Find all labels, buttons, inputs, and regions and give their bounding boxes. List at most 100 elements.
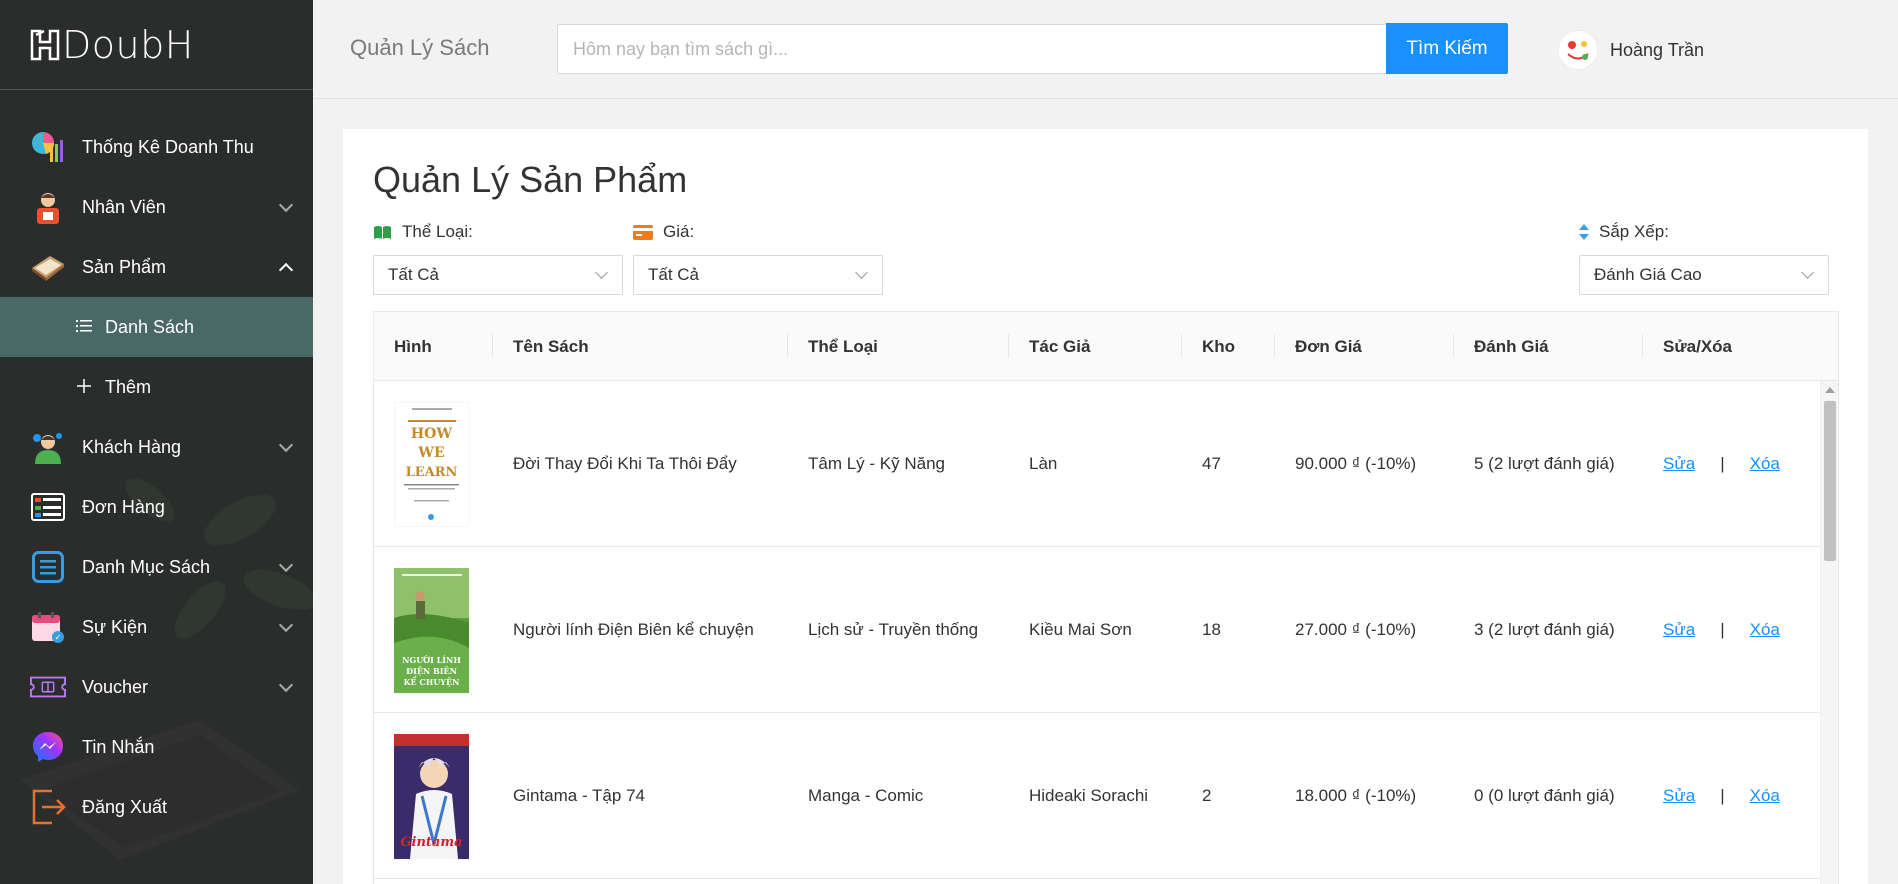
table-header: Hình Tên Sách Thể Loại Tác Giả Kho Đơn G… (374, 312, 1838, 381)
sidebar-item-khach-hang[interactable]: Khách Hàng (0, 417, 313, 477)
cell-price: 18.000 ₫ (-10%) (1295, 786, 1417, 805)
products-table: Hình Tên Sách Thể Loại Tác Giả Kho Đơn G… (373, 311, 1839, 884)
column-header-name: Tên Sách (513, 336, 589, 356)
chevron-down-icon (278, 677, 294, 693)
column-divider (1008, 334, 1009, 358)
cell-category: Lịch sử - Truyền thống (808, 620, 979, 639)
column-divider (1453, 334, 1454, 358)
sidebar-subitem-danh-sach[interactable]: Danh Sách (0, 297, 313, 357)
cell-price: 27.000 ₫ (-10%) (1295, 620, 1417, 639)
sidebar-item-don-hang[interactable]: Đơn Hàng (0, 477, 313, 537)
delete-link[interactable]: Xóa (1750, 454, 1780, 474)
column-divider (1274, 334, 1275, 358)
category-filter-label: Thể Loại: (373, 222, 623, 242)
column-divider (787, 334, 788, 358)
sidebar-subitem-them[interactable]: Thêm (0, 357, 313, 417)
delete-link[interactable]: Xóa (1750, 620, 1780, 640)
cell-image: HOW WE LEARN (394, 381, 469, 547)
page-section-title: Quản Lý Sách (350, 35, 490, 60)
sort-icon (1579, 224, 1589, 240)
calendar-icon: ✓ (30, 609, 66, 645)
sort-select-value: Đánh Giá Cao (1594, 265, 1702, 284)
logout-icon (30, 789, 66, 825)
sidebar-item-san-pham[interactable]: Sản Phẩm (0, 237, 313, 297)
sidebar-item-label: Danh Mục Sách (82, 556, 211, 577)
sidebar-item-thong-ke[interactable]: Thống Kê Doanh Thu (0, 117, 313, 177)
book-cover-image: NGƯỜI LÍNH ĐIỆN BIÊN KỂ CHUYỆN (394, 567, 469, 693)
search-input[interactable] (557, 24, 1387, 74)
sidebar-item-danh-muc-sach[interactable]: Danh Mục Sách (0, 537, 313, 597)
table-row: NGƯỜI LÍNH ĐIỆN BIÊN KỂ CHUYỆN Người lín… (374, 547, 1822, 713)
sidebar-item-label: Đăng Xuất (82, 796, 168, 817)
cell-name: Người lính Điện Biên kể chuyện (513, 620, 754, 639)
sidebar-item-label: Tin Nhắn (82, 736, 155, 757)
price-filter: Giá: Tất Cả (633, 222, 883, 295)
edit-link[interactable]: Sửa (1663, 454, 1695, 474)
chart-pie-icon (30, 129, 66, 165)
sidebar-item-dang-xuat[interactable]: Đăng Xuất (0, 777, 313, 837)
sort-filter: Sắp Xếp: Đánh Giá Cao (1579, 222, 1829, 295)
chevron-down-icon (278, 557, 294, 573)
cell-rating: 3 (2 lượt đánh giá) (1474, 620, 1615, 639)
edit-link[interactable]: Sửa (1663, 786, 1695, 806)
employee-icon (30, 189, 66, 225)
credit-card-icon (633, 224, 653, 240)
edit-link[interactable]: Sửa (1663, 620, 1695, 640)
cell-rating: 0 (0 lượt đánh giá) (1474, 786, 1615, 805)
column-header-stock: Kho (1202, 336, 1236, 356)
sidebar-item-tin-nhan[interactable]: Tin Nhắn (0, 717, 313, 777)
column-divider (1181, 334, 1182, 358)
sort-select[interactable]: Đánh Giá Cao (1579, 255, 1829, 295)
category-select[interactable]: Tất Cả (373, 255, 623, 295)
sidebar-item-nhan-vien[interactable]: Nhân Viên (0, 177, 313, 237)
sidebar-item-label: Đơn Hàng (82, 496, 165, 517)
cell-rating: 5 (2 lượt đánh giá) (1474, 454, 1615, 473)
page-title: Quản Lý Sản Phẩm (373, 159, 688, 200)
cell-category: Manga - Comic (808, 786, 924, 805)
cell-name: Đời Thay Đổi Khi Ta Thôi Đẩy (513, 454, 737, 473)
table-scrollbar[interactable] (1820, 381, 1838, 884)
book-icon (30, 249, 66, 285)
sidebar-item-voucher[interactable]: Voucher (0, 657, 313, 717)
ticket-icon (30, 669, 66, 705)
sidebar-item-su-kien[interactable]: ✓ Sự Kiện (0, 597, 313, 657)
scroll-thumb[interactable] (1824, 401, 1836, 561)
chevron-down-icon (278, 437, 294, 453)
price-filter-label: Giá: (633, 222, 883, 242)
sidebar-item-label: Sản Phẩm (82, 256, 167, 277)
app-logo[interactable]: DoubH (0, 0, 313, 90)
column-header-rating: Đánh Giá (1474, 336, 1549, 356)
user-name: Hoàng Trần (1610, 39, 1705, 60)
chevron-up-icon (278, 262, 294, 278)
table-row: HOW WE LEARN Đời Thay Đổi Khi Ta Thôi Đẩ… (374, 381, 1822, 547)
sidebar-item-label: Voucher (82, 676, 149, 697)
cell-actions: Sửa | Xóa (1663, 713, 1780, 879)
action-separator: | (1720, 620, 1725, 639)
sort-filter-label: Sắp Xếp: (1579, 222, 1829, 242)
scroll-up-arrow-icon[interactable] (1825, 387, 1835, 393)
messenger-icon (30, 729, 66, 765)
column-header-price: Đơn Giá (1295, 336, 1362, 356)
price-select[interactable]: Tất Cả (633, 255, 883, 295)
sidebar-item-label: Khách Hàng (82, 436, 182, 457)
svg-text:LEARN: LEARN (406, 465, 458, 480)
sidebar-item-label: Sự Kiện (82, 616, 148, 637)
list-icon (30, 549, 66, 585)
sidebar-menu: Thống Kê Doanh Thu Nhân Viên Sản Phẩm Da… (0, 90, 313, 837)
cell-stock: 47 (1202, 454, 1221, 473)
chevron-down-icon (1801, 266, 1814, 279)
price-label-text: Giá: (663, 222, 695, 241)
order-icon (30, 489, 66, 525)
column-header-actions: Sửa/Xóa (1663, 336, 1733, 356)
sidebar-item-label: Nhân Viên (82, 196, 166, 217)
svg-text:WE: WE (417, 445, 444, 461)
table-body: HOW WE LEARN Đời Thay Đổi Khi Ta Thôi Đẩ… (374, 381, 1822, 879)
book-cover-image: Gintama (394, 733, 469, 859)
delete-link[interactable]: Xóa (1750, 786, 1780, 806)
search-button[interactable]: Tìm Kiếm (1386, 23, 1508, 74)
cell-stock: 2 (1202, 786, 1212, 805)
cell-stock: 18 (1202, 620, 1221, 639)
user-menu[interactable]: Hoàng Trần (1558, 30, 1704, 70)
svg-text:✓: ✓ (55, 633, 62, 642)
cell-image: NGƯỜI LÍNH ĐIỆN BIÊN KỂ CHUYỆN (394, 547, 469, 713)
